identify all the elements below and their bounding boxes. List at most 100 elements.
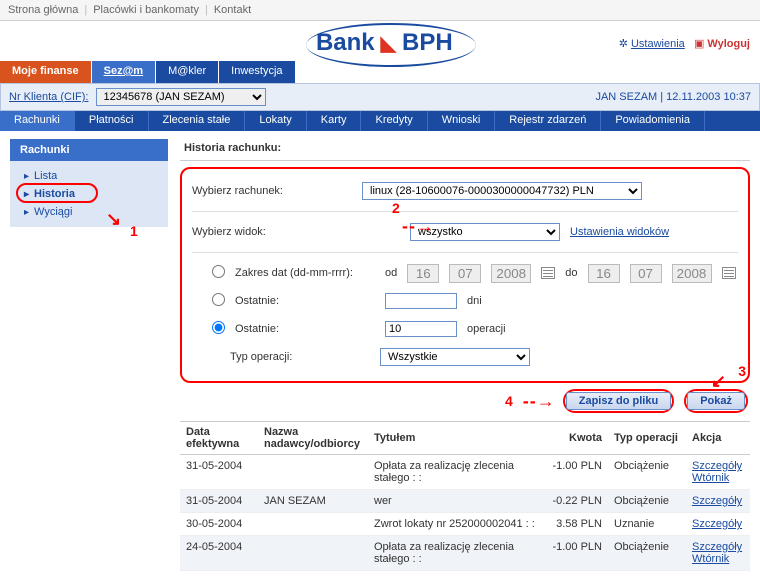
- row-action-link[interactable]: Szczegóły: [692, 495, 742, 507]
- sidebar-label: Lista: [34, 170, 57, 182]
- date-from-month[interactable]: [449, 264, 481, 283]
- cell-date: 31-05-2004: [180, 455, 258, 490]
- sidebar-head: Rachunki: [10, 139, 168, 161]
- cell-amount: -0.22 PLN: [544, 490, 608, 513]
- tab2-powiadomienia[interactable]: Powiadomienia: [601, 111, 705, 131]
- cell-name: [258, 513, 368, 536]
- cell-title: Opłata za realizację zlecenia stałego : …: [368, 455, 544, 490]
- cell-amount: -1.00 PLN: [544, 455, 608, 490]
- view-settings-link[interactable]: Ustawienia widoków: [570, 226, 669, 238]
- sidebar-item-wyciagi[interactable]: ▸Wyciągi: [10, 203, 168, 221]
- to-label: do: [565, 267, 577, 279]
- annotation-4: 4: [505, 393, 513, 409]
- date-range-label: Zakres dat (dd-mm-rrrr):: [235, 267, 375, 279]
- row-action-link[interactable]: Wtórnik: [692, 553, 729, 565]
- cif-select[interactable]: 12345678 (JAN SEZAM): [96, 88, 266, 106]
- show-button[interactable]: Pokaż: [687, 392, 745, 410]
- tab-moje-finanse[interactable]: Moje finanse: [0, 61, 92, 83]
- last-ops-input[interactable]: [385, 321, 457, 337]
- account-select[interactable]: linux (28-10600076-0000300000047732) PLN: [362, 182, 642, 200]
- section-title: Historia rachunku:: [180, 139, 750, 161]
- topbar-branches[interactable]: Placówki i bankomaty: [93, 4, 199, 16]
- cell-action: Szczegóły: [686, 490, 750, 513]
- sidebar-item-lista[interactable]: ▸ Lista: [10, 167, 168, 185]
- view-select[interactable]: wszystko: [410, 223, 560, 241]
- tab2-platnosci[interactable]: Płatności: [75, 111, 149, 131]
- cell-date: 24-05-2004: [180, 536, 258, 571]
- tab2-rachunki[interactable]: Rachunki: [0, 111, 75, 131]
- tab2-wnioski[interactable]: Wnioski: [428, 111, 496, 131]
- sidebar-label: Wyciągi: [34, 206, 72, 218]
- from-label: od: [385, 267, 397, 279]
- cell-action: SzczegółyWtórnik: [686, 536, 750, 571]
- cif-bar: Nr Klienta (CIF): 12345678 (JAN SEZAM) J…: [0, 83, 760, 111]
- cell-title: Zwrot lokaty nr 252000002041 : :: [368, 513, 544, 536]
- tab2-karty[interactable]: Karty: [307, 111, 362, 131]
- col-action: Akcja: [686, 422, 750, 455]
- logo: Bank ◣ BPH: [316, 29, 453, 57]
- cell-amount: -1.00 PLN: [544, 536, 608, 571]
- col-amount: Kwota: [544, 422, 608, 455]
- arrow-icon: ▸: [24, 171, 29, 182]
- tab-inwestycja[interactable]: Inwestycja: [219, 61, 295, 83]
- tab2-rejestr[interactable]: Rejestr zdarzeń: [495, 111, 601, 131]
- tab-sezam[interactable]: Sez@m: [92, 61, 156, 83]
- topbar-contact[interactable]: Kontakt: [214, 4, 251, 16]
- sidebar-item-historia[interactable]: ▸Historia: [10, 185, 168, 203]
- tab-makler[interactable]: M@kler: [156, 61, 219, 83]
- ops-unit: operacji: [467, 323, 506, 335]
- date-to-day[interactable]: [588, 264, 620, 283]
- tab2-kredyty[interactable]: Kredyty: [361, 111, 427, 131]
- cell-action: Szczegóły: [686, 513, 750, 536]
- save-to-file-button[interactable]: Zapisz do pliku: [566, 392, 671, 410]
- calendar-icon[interactable]: [722, 267, 736, 279]
- cif-user-info: JAN SEZAM | 12.11.2003 10:37: [595, 91, 751, 103]
- logo-flag-icon: ◣: [381, 31, 396, 56]
- row-action-link[interactable]: Szczegóły: [692, 541, 742, 553]
- date-from-day[interactable]: [407, 264, 439, 283]
- last-days-input[interactable]: [385, 293, 457, 309]
- date-to-year[interactable]: [672, 264, 712, 283]
- header-links: ✲ Ustawienia ▣ Wyloguj: [619, 37, 750, 50]
- topbar-home[interactable]: Strona główna: [8, 4, 78, 16]
- row-action-link[interactable]: Szczegóły: [692, 460, 742, 472]
- op-type-select[interactable]: Wszystkie: [380, 348, 530, 366]
- account-label: Wybierz rachunek:: [192, 185, 352, 197]
- radio-last-days[interactable]: [212, 293, 225, 306]
- cif-label[interactable]: Nr Klienta (CIF):: [9, 91, 88, 103]
- row-action-link[interactable]: Wtórnik: [692, 472, 729, 484]
- cell-type: Obciążenie: [608, 490, 686, 513]
- tab2-lokaty[interactable]: Lokaty: [245, 111, 306, 131]
- settings-link[interactable]: Ustawienia: [631, 38, 685, 50]
- last-days-label: Ostatnie:: [235, 295, 375, 307]
- cell-type: Uznanie: [608, 513, 686, 536]
- col-date: Data efektywna: [180, 422, 258, 455]
- logout-link[interactable]: Wyloguj: [707, 38, 750, 50]
- table-row: 24-05-2004Opłata za realizację zlecenia …: [180, 536, 750, 571]
- col-title: Tytułem: [368, 422, 544, 455]
- view-label: Wybierz widok:: [192, 226, 352, 238]
- cell-type: Obciążenie: [608, 536, 686, 571]
- col-type: Typ operacji: [608, 422, 686, 455]
- calendar-icon[interactable]: [541, 267, 555, 279]
- radio-date-range[interactable]: [212, 265, 225, 278]
- col-name: Nazwa nadawcy/odbiorcy: [258, 422, 368, 455]
- top-utility-bar: Strona główna| Placówki i bankomaty| Kon…: [0, 0, 760, 21]
- radio-last-ops[interactable]: [212, 321, 225, 334]
- tab2-zlecenia[interactable]: Zlecenia stałe: [149, 111, 246, 131]
- cell-name: JAN SEZAM: [258, 490, 368, 513]
- date-from-year[interactable]: [491, 264, 531, 283]
- date-to-month[interactable]: [630, 264, 662, 283]
- table-row: 31-05-2004JAN SEZAMwer-0.22 PLNObciążeni…: [180, 490, 750, 513]
- table-row: 31-05-2004 Opłata za realizację zlecenia …: [180, 455, 750, 490]
- sidebar: Rachunki ▸Lista ▸Historia ▸Wyciągi ↘ 1: [0, 131, 170, 581]
- cell-name: [258, 536, 368, 571]
- secondary-tabs: Rachunki Płatności Zlecenia stałe Lokaty…: [0, 111, 760, 131]
- logout-icon: ▣: [694, 38, 704, 50]
- op-type-label: Typ operacji:: [230, 351, 370, 363]
- header: Bank ◣ BPH ✲ Ustawienia ▣ Wyloguj: [0, 21, 760, 61]
- logo-bank-text: Bank: [316, 29, 375, 57]
- cell-action: SzczegółyWtórnik: [686, 455, 750, 490]
- row-action-link[interactable]: Szczegóły: [692, 518, 742, 530]
- sidebar-label: Historia: [34, 188, 75, 200]
